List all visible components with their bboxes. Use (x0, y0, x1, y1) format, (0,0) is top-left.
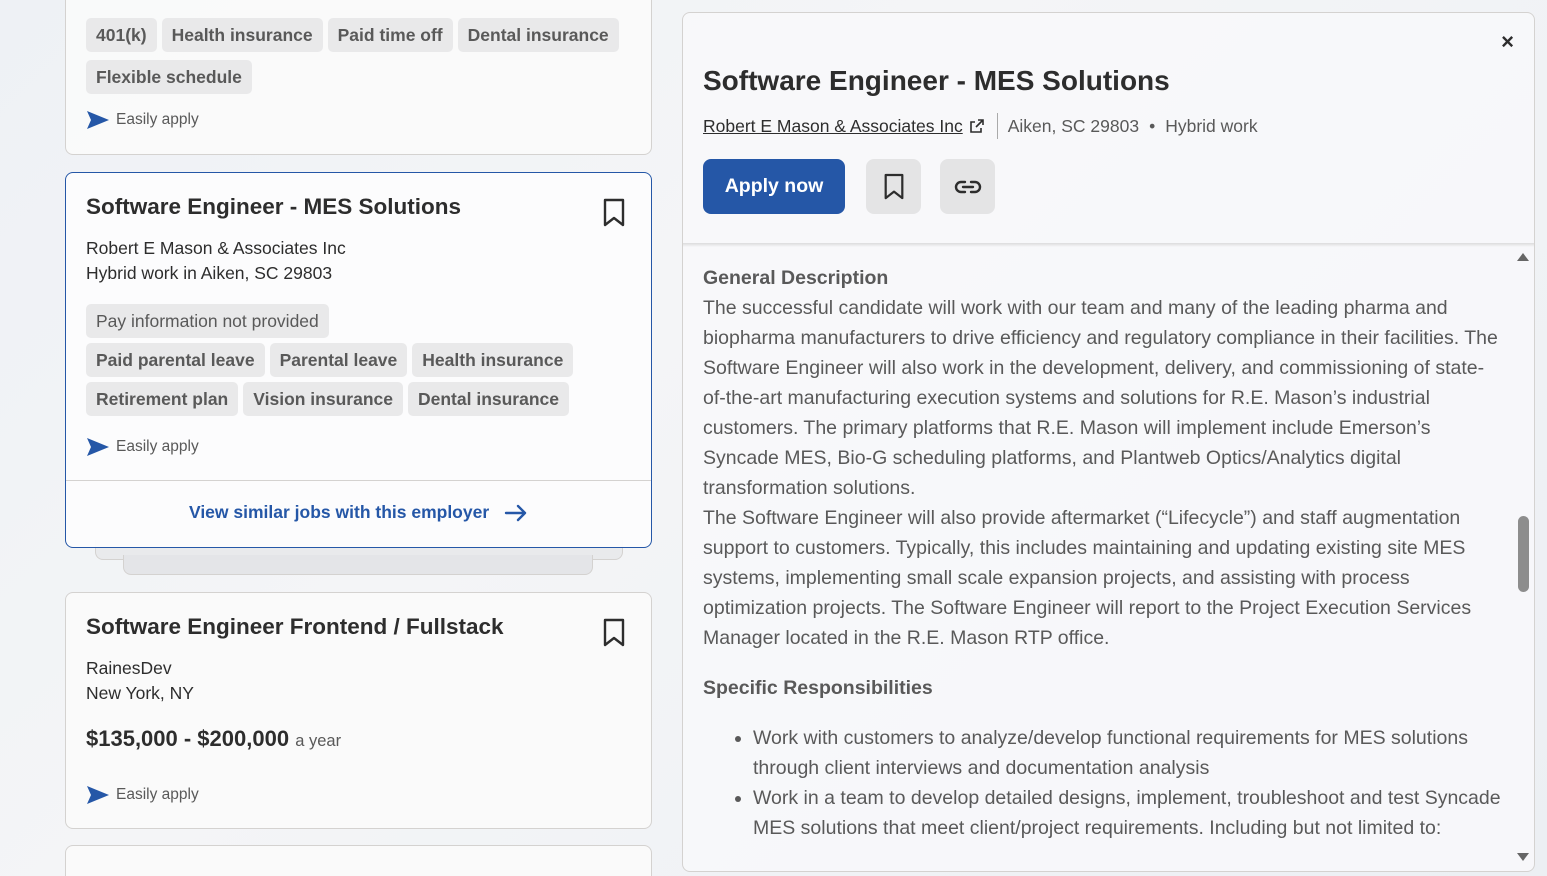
detail-work-type: Hybrid work (1165, 115, 1258, 136)
easily-apply: Easily apply (86, 437, 199, 457)
bookmark-icon[interactable] (601, 618, 627, 648)
job-description: General Description The successful candi… (703, 263, 1503, 843)
pay-tag-row: Pay information not provided (86, 304, 646, 338)
list-item: Work with customers to analyze/develop f… (753, 723, 1503, 783)
salary-range: $135,000 - $200,000 (86, 726, 290, 751)
pay-tag: Pay information not provided (86, 304, 329, 338)
description-paragraph: The successful candidate will work with … (703, 297, 1498, 499)
general-description-heading: General Description (703, 267, 889, 289)
detail-company-link[interactable]: Robert E Mason & Associates Inc (703, 116, 985, 137)
send-icon (87, 111, 109, 129)
scroll-down-arrow[interactable] (1517, 853, 1529, 861)
detail-meta: Robert E Mason & Associates Inc Aiken, S… (703, 113, 1258, 139)
benefit-tag: Vision insurance (243, 382, 403, 416)
send-icon (87, 438, 109, 456)
easily-apply-label: Easily apply (116, 786, 199, 803)
list-item: Work in a team to develop detailed desig… (753, 783, 1503, 843)
job-card[interactable]: 401(k) Health insurance Paid time off De… (65, 0, 652, 155)
bookmark-icon[interactable] (601, 198, 627, 228)
benefit-tag: Flexible schedule (86, 60, 252, 94)
job-title[interactable]: Software Engineer Frontend / Fullstack (86, 614, 504, 640)
job-title[interactable]: Software Engineer - MES Solutions (86, 194, 461, 220)
meta-separator (996, 113, 998, 139)
easily-apply: Easily apply (86, 785, 199, 805)
description-paragraph: The Software Engineer will also provide … (703, 507, 1472, 649)
salary: $135,000 - $200,000 a year (86, 726, 341, 752)
benefit-tags: Retirement plan Vision insurance Dental … (86, 382, 646, 416)
benefit-tag: Health insurance (412, 343, 574, 377)
detail-location: Aiken, SC 29803 (1007, 115, 1140, 136)
meta-dot: • (1149, 115, 1156, 136)
job-list: 401(k) Health insurance Paid time off De… (0, 0, 670, 876)
salary-period: a year (295, 732, 342, 750)
job-detail-panel: × Software Engineer - MES Solutions Robe… (682, 12, 1535, 872)
detail-job-title: Software Engineer - MES Solutions (703, 65, 1170, 96)
benefit-tag: Paid parental leave (86, 343, 265, 377)
benefit-tag: Paid time off (327, 18, 453, 52)
benefit-tag: Parental leave (269, 343, 408, 377)
job-card-selected[interactable]: Software Engineer - MES Solutions Robert… (65, 172, 652, 548)
easily-apply-label: Easily apply (116, 438, 199, 455)
link-icon (954, 180, 981, 193)
benefit-tags: 401(k) Health insurance Paid time off De… (86, 18, 646, 94)
header-divider (683, 243, 1534, 247)
arrow-right-icon (504, 505, 527, 522)
responsibilities-heading: Specific Responsibilities (703, 677, 933, 699)
easily-apply: Easily apply (86, 110, 199, 130)
benefit-tag: Dental insurance (407, 382, 570, 416)
view-similar-jobs-label: View similar jobs with this employer (188, 502, 490, 522)
bookmark-icon (884, 173, 903, 199)
card-stack-shadow (123, 555, 593, 575)
job-card[interactable] (65, 845, 652, 876)
apply-now-button[interactable]: Apply now (703, 159, 845, 214)
job-location: Hybrid work in Aiken, SC 29803 (86, 263, 333, 283)
save-job-button[interactable] (866, 159, 921, 214)
responsibilities-list: Work with customers to analyze/develop f… (753, 723, 1503, 843)
company-name: Robert E Mason & Associates Inc (86, 238, 346, 258)
scroll-up-arrow[interactable] (1517, 253, 1529, 261)
easily-apply-label: Easily apply (116, 111, 199, 128)
benefit-tags: Paid parental leave Parental leave Healt… (86, 343, 646, 377)
benefit-tag: Dental insurance (457, 18, 619, 52)
external-link-icon (969, 119, 984, 133)
job-location: New York, NY (86, 683, 194, 703)
divider (66, 480, 651, 481)
scrollbar-thumb[interactable] (1518, 516, 1529, 592)
send-icon (87, 786, 109, 804)
close-button[interactable]: × (1501, 29, 1514, 55)
benefit-tag: Retirement plan (86, 382, 239, 416)
detail-company-name: Robert E Mason & Associates Inc (703, 115, 963, 136)
job-card[interactable]: Software Engineer Frontend / Fullstack R… (65, 592, 652, 829)
copy-link-button[interactable] (940, 159, 995, 214)
benefit-tag: Health insurance (161, 18, 323, 52)
company-name: RainesDev (86, 658, 172, 678)
benefit-tag: 401(k) (86, 18, 157, 52)
view-similar-jobs-link[interactable]: View similar jobs with this employer (66, 502, 651, 523)
